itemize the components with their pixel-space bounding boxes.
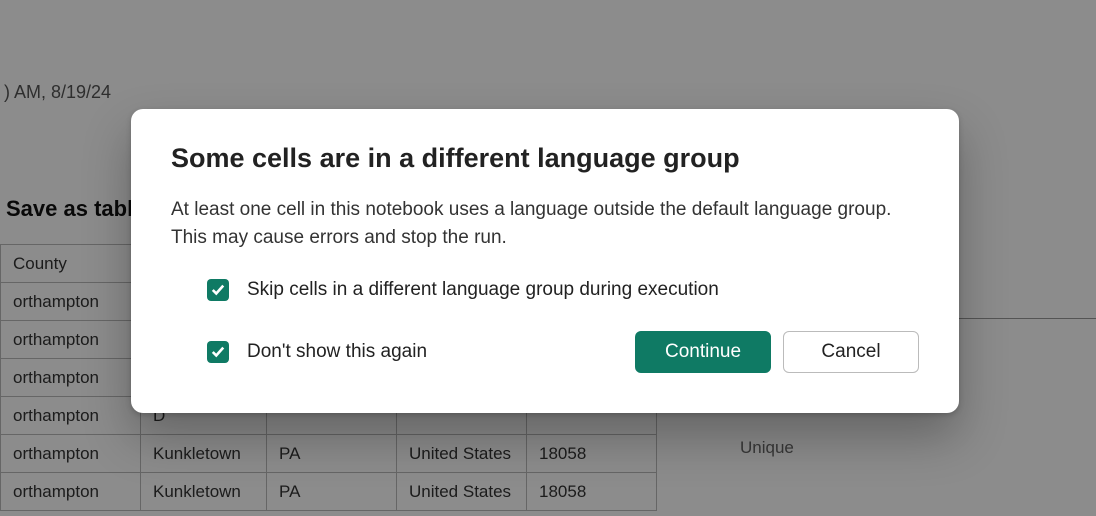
dont-show-label: Don't show this again bbox=[247, 341, 427, 363]
checkbox-checked-icon[interactable] bbox=[207, 279, 229, 301]
dont-show-checkbox-row[interactable]: Don't show this again bbox=[207, 341, 635, 363]
continue-button[interactable]: Continue bbox=[635, 331, 771, 373]
skip-cells-label: Skip cells in a different language group… bbox=[247, 279, 719, 301]
dialog-description: At least one cell in this notebook uses … bbox=[171, 196, 919, 251]
dialog-title: Some cells are in a different language g… bbox=[171, 143, 919, 174]
cancel-button[interactable]: Cancel bbox=[783, 331, 919, 373]
checkbox-checked-icon[interactable] bbox=[207, 341, 229, 363]
language-group-dialog: Some cells are in a different language g… bbox=[131, 109, 959, 413]
skip-cells-checkbox-row[interactable]: Skip cells in a different language group… bbox=[171, 279, 919, 301]
